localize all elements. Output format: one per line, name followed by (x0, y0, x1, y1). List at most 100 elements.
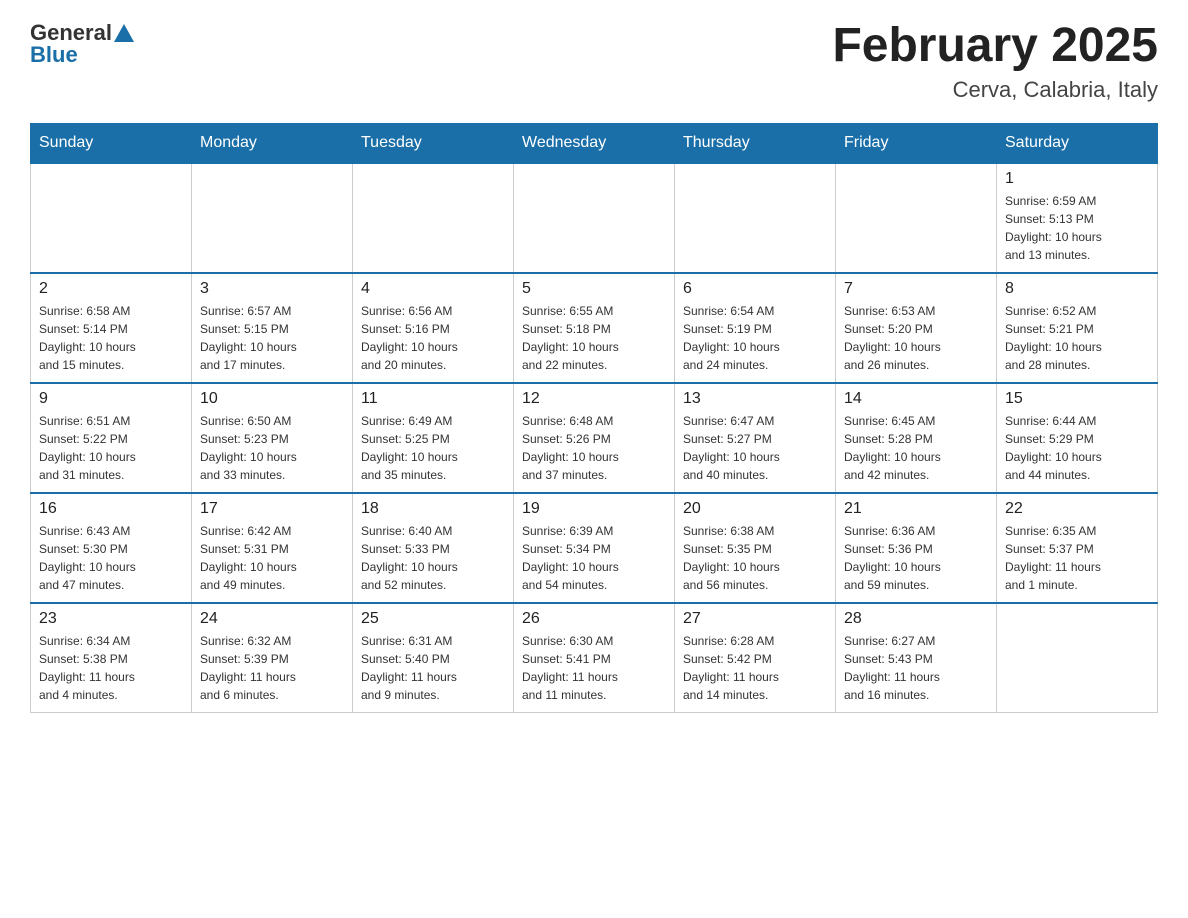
calendar-cell: 19 Sunrise: 6:39 AM Sunset: 5:34 PM Dayli… (514, 493, 675, 603)
calendar-header-row: SundayMondayTuesdayWednesdayThursdayFrid… (31, 123, 1158, 163)
calendar-cell (514, 163, 675, 273)
day-info: Sunrise: 6:38 AM Sunset: 5:35 PM Dayligh… (683, 522, 827, 594)
column-header-monday: Monday (192, 123, 353, 163)
day-number: 27 (683, 610, 827, 628)
column-header-sunday: Sunday (31, 123, 192, 163)
day-info: Sunrise: 6:31 AM Sunset: 5:40 PM Dayligh… (361, 632, 505, 704)
calendar-cell (353, 163, 514, 273)
calendar-cell: 23 Sunrise: 6:34 AM Sunset: 5:38 PM Dayli… (31, 603, 192, 713)
calendar-subtitle: Cerva, Calabria, Italy (832, 77, 1158, 103)
calendar-cell: 10 Sunrise: 6:50 AM Sunset: 5:23 PM Dayli… (192, 383, 353, 493)
day-info: Sunrise: 6:32 AM Sunset: 5:39 PM Dayligh… (200, 632, 344, 704)
calendar-cell: 2 Sunrise: 6:58 AM Sunset: 5:14 PM Daylig… (31, 273, 192, 383)
calendar-cell: 26 Sunrise: 6:30 AM Sunset: 5:41 PM Dayli… (514, 603, 675, 713)
day-number: 22 (1005, 500, 1149, 518)
day-number: 15 (1005, 390, 1149, 408)
week-row-4: 16 Sunrise: 6:43 AM Sunset: 5:30 PM Dayli… (31, 493, 1158, 603)
day-number: 28 (844, 610, 988, 628)
day-number: 19 (522, 500, 666, 518)
calendar-cell: 18 Sunrise: 6:40 AM Sunset: 5:33 PM Dayli… (353, 493, 514, 603)
column-header-tuesday: Tuesday (353, 123, 514, 163)
day-info: Sunrise: 6:47 AM Sunset: 5:27 PM Dayligh… (683, 412, 827, 484)
calendar-title: February 2025 (832, 20, 1158, 73)
column-header-saturday: Saturday (997, 123, 1158, 163)
column-header-thursday: Thursday (675, 123, 836, 163)
day-number: 26 (522, 610, 666, 628)
day-number: 13 (683, 390, 827, 408)
day-number: 4 (361, 280, 505, 298)
day-info: Sunrise: 6:36 AM Sunset: 5:36 PM Dayligh… (844, 522, 988, 594)
day-number: 8 (1005, 280, 1149, 298)
calendar-cell: 4 Sunrise: 6:56 AM Sunset: 5:16 PM Daylig… (353, 273, 514, 383)
day-info: Sunrise: 6:39 AM Sunset: 5:34 PM Dayligh… (522, 522, 666, 594)
page-header: General Blue February 2025 Cerva, Calabr… (30, 20, 1158, 103)
calendar-cell: 25 Sunrise: 6:31 AM Sunset: 5:40 PM Dayli… (353, 603, 514, 713)
day-info: Sunrise: 6:44 AM Sunset: 5:29 PM Dayligh… (1005, 412, 1149, 484)
calendar-cell: 21 Sunrise: 6:36 AM Sunset: 5:36 PM Dayli… (836, 493, 997, 603)
calendar-cell (675, 163, 836, 273)
day-number: 16 (39, 500, 183, 518)
day-number: 3 (200, 280, 344, 298)
day-number: 17 (200, 500, 344, 518)
week-row-1: 1 Sunrise: 6:59 AM Sunset: 5:13 PM Daylig… (31, 163, 1158, 273)
day-info: Sunrise: 6:54 AM Sunset: 5:19 PM Dayligh… (683, 302, 827, 374)
calendar-cell: 27 Sunrise: 6:28 AM Sunset: 5:42 PM Dayli… (675, 603, 836, 713)
day-info: Sunrise: 6:42 AM Sunset: 5:31 PM Dayligh… (200, 522, 344, 594)
day-info: Sunrise: 6:30 AM Sunset: 5:41 PM Dayligh… (522, 632, 666, 704)
day-number: 2 (39, 280, 183, 298)
calendar-cell: 9 Sunrise: 6:51 AM Sunset: 5:22 PM Daylig… (31, 383, 192, 493)
week-row-3: 9 Sunrise: 6:51 AM Sunset: 5:22 PM Daylig… (31, 383, 1158, 493)
day-info: Sunrise: 6:34 AM Sunset: 5:38 PM Dayligh… (39, 632, 183, 704)
column-header-friday: Friday (836, 123, 997, 163)
calendar-cell (836, 163, 997, 273)
day-info: Sunrise: 6:51 AM Sunset: 5:22 PM Dayligh… (39, 412, 183, 484)
day-info: Sunrise: 6:59 AM Sunset: 5:13 PM Dayligh… (1005, 192, 1149, 264)
day-number: 18 (361, 500, 505, 518)
calendar-cell: 24 Sunrise: 6:32 AM Sunset: 5:39 PM Dayli… (192, 603, 353, 713)
calendar-cell: 22 Sunrise: 6:35 AM Sunset: 5:37 PM Dayli… (997, 493, 1158, 603)
logo: General Blue (30, 20, 134, 68)
day-number: 24 (200, 610, 344, 628)
day-number: 14 (844, 390, 988, 408)
day-info: Sunrise: 6:35 AM Sunset: 5:37 PM Dayligh… (1005, 522, 1149, 594)
calendar-cell (31, 163, 192, 273)
day-info: Sunrise: 6:52 AM Sunset: 5:21 PM Dayligh… (1005, 302, 1149, 374)
calendar-cell: 6 Sunrise: 6:54 AM Sunset: 5:19 PM Daylig… (675, 273, 836, 383)
calendar-cell (997, 603, 1158, 713)
day-info: Sunrise: 6:48 AM Sunset: 5:26 PM Dayligh… (522, 412, 666, 484)
day-info: Sunrise: 6:50 AM Sunset: 5:23 PM Dayligh… (200, 412, 344, 484)
calendar-cell: 17 Sunrise: 6:42 AM Sunset: 5:31 PM Dayli… (192, 493, 353, 603)
day-info: Sunrise: 6:43 AM Sunset: 5:30 PM Dayligh… (39, 522, 183, 594)
logo-triangle-icon (114, 24, 134, 42)
day-info: Sunrise: 6:58 AM Sunset: 5:14 PM Dayligh… (39, 302, 183, 374)
day-number: 6 (683, 280, 827, 298)
calendar-cell: 28 Sunrise: 6:27 AM Sunset: 5:43 PM Dayli… (836, 603, 997, 713)
day-number: 11 (361, 390, 505, 408)
day-number: 25 (361, 610, 505, 628)
day-info: Sunrise: 6:56 AM Sunset: 5:16 PM Dayligh… (361, 302, 505, 374)
day-info: Sunrise: 6:40 AM Sunset: 5:33 PM Dayligh… (361, 522, 505, 594)
week-row-5: 23 Sunrise: 6:34 AM Sunset: 5:38 PM Dayli… (31, 603, 1158, 713)
logo-blue-text: Blue (30, 42, 134, 68)
calendar-cell: 3 Sunrise: 6:57 AM Sunset: 5:15 PM Daylig… (192, 273, 353, 383)
calendar-cell: 8 Sunrise: 6:52 AM Sunset: 5:21 PM Daylig… (997, 273, 1158, 383)
calendar-cell: 20 Sunrise: 6:38 AM Sunset: 5:35 PM Dayli… (675, 493, 836, 603)
calendar-cell: 11Sunrise: 6:49 AM Sunset: 5:25 PM Dayli… (353, 383, 514, 493)
day-number: 1 (1005, 170, 1149, 188)
day-number: 23 (39, 610, 183, 628)
day-info: Sunrise: 6:53 AM Sunset: 5:20 PM Dayligh… (844, 302, 988, 374)
calendar-cell: 5Sunrise: 6:55 AM Sunset: 5:18 PM Daylig… (514, 273, 675, 383)
day-number: 21 (844, 500, 988, 518)
day-info: Sunrise: 6:57 AM Sunset: 5:15 PM Dayligh… (200, 302, 344, 374)
day-number: 20 (683, 500, 827, 518)
calendar-cell: 13 Sunrise: 6:47 AM Sunset: 5:27 PM Dayli… (675, 383, 836, 493)
day-number: 12 (522, 390, 666, 408)
day-number: 9 (39, 390, 183, 408)
day-number: 10 (200, 390, 344, 408)
day-info: Sunrise: 6:27 AM Sunset: 5:43 PM Dayligh… (844, 632, 988, 704)
day-info: Sunrise: 6:28 AM Sunset: 5:42 PM Dayligh… (683, 632, 827, 704)
calendar-cell: 12 Sunrise: 6:48 AM Sunset: 5:26 PM Dayli… (514, 383, 675, 493)
title-block: February 2025 Cerva, Calabria, Italy (832, 20, 1158, 103)
column-header-wednesday: Wednesday (514, 123, 675, 163)
day-info: Sunrise: 6:45 AM Sunset: 5:28 PM Dayligh… (844, 412, 988, 484)
